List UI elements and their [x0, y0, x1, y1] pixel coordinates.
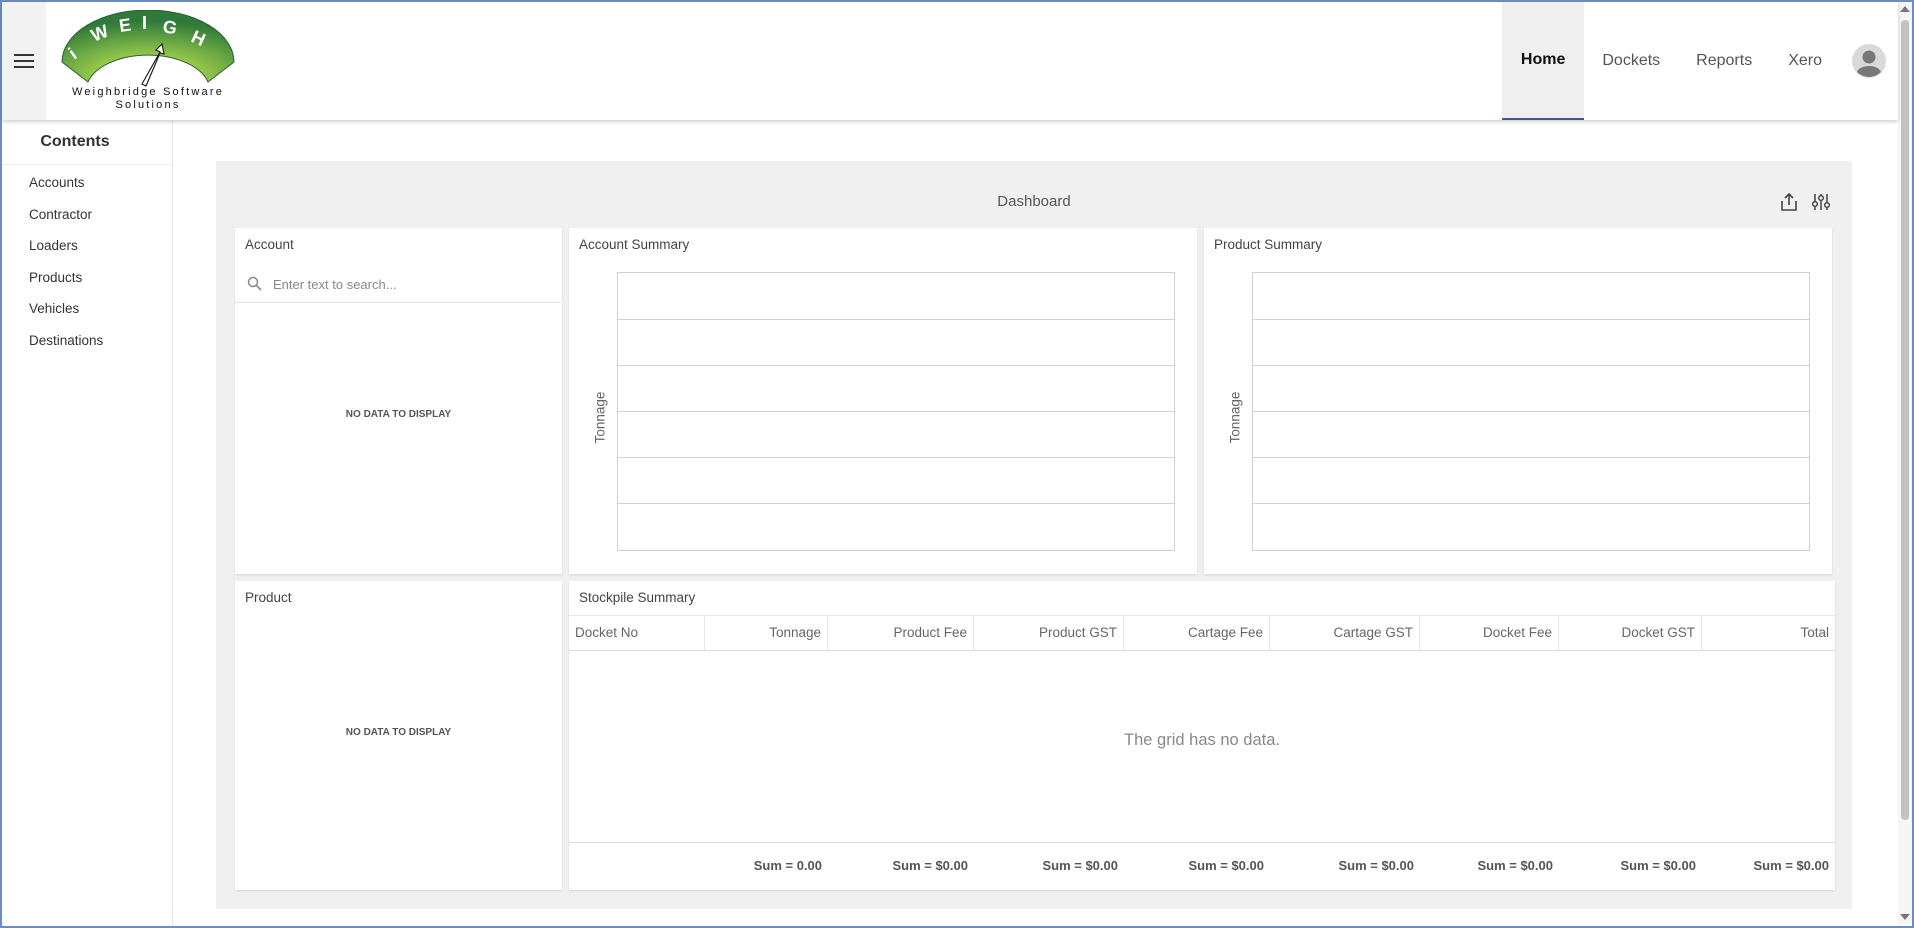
product-summary-panel: Product Summary Tonnage [1204, 228, 1832, 574]
product-panel-title: Product [245, 590, 292, 605]
column-cartage-fee[interactable]: Cartage Fee [1124, 616, 1270, 650]
gridline [618, 319, 1174, 320]
nav-home[interactable]: Home [1501, 2, 1585, 120]
hamburger-icon [14, 54, 34, 68]
user-menu-button[interactable] [1840, 2, 1898, 120]
search-icon [247, 276, 262, 291]
product-empty-text: NO DATA TO DISPLAY [345, 727, 452, 738]
sum-cartage-fee: Sum = $0.00 [1188, 858, 1264, 873]
account-search-input[interactable] [271, 272, 545, 296]
product-summary-title: Product Summary [1214, 237, 1323, 252]
gridline [618, 365, 1174, 366]
column-product-fee[interactable]: Product Fee [828, 616, 974, 650]
account-panel-title: Account [245, 237, 294, 252]
product-panel: Product NO DATA TO DISPLAY [235, 581, 562, 890]
sidebar-item-loaders[interactable]: Loaders [2, 230, 172, 262]
stockpile-summary-panel: Stockpile Summary Docket No Tonnage Prod… [569, 581, 1835, 890]
gridline [618, 411, 1174, 412]
sidebar-item-accounts[interactable]: Accounts [2, 167, 172, 199]
column-docket-gst[interactable]: Docket GST [1559, 616, 1702, 650]
nav-dockets[interactable]: Dockets [1584, 2, 1678, 120]
nav-xero[interactable]: Xero [1770, 2, 1840, 120]
user-avatar-icon [1852, 44, 1886, 78]
product-summary-plot [1252, 272, 1810, 551]
sum-product-gst: Sum = $0.00 [1042, 858, 1118, 873]
scrollbar-thumb[interactable] [1901, 20, 1909, 820]
main-nav: Home Dockets Reports Xero [1501, 2, 1898, 120]
account-summary-panel: Account Summary Tonnage [569, 228, 1197, 574]
sum-product-fee: Sum = $0.00 [892, 858, 968, 873]
account-summary-plot [617, 272, 1175, 551]
customize-button[interactable] [1810, 191, 1832, 213]
export-icon [1781, 192, 1797, 211]
sum-docket-fee: Sum = $0.00 [1477, 858, 1553, 873]
stockpile-summary-title: Stockpile Summary [579, 590, 696, 605]
dashboard: Dashboard Account NO DATA TO DISPLAY Acc… [216, 161, 1852, 909]
gridline [618, 503, 1174, 504]
gridline [1253, 411, 1809, 412]
sidebar-item-vehicles[interactable]: Vehicles [2, 293, 172, 325]
svg-text:I: I [142, 13, 147, 33]
sum-cartage-gst: Sum = $0.00 [1338, 858, 1414, 873]
gridline [1253, 319, 1809, 320]
top-header: i W E I G H Weighbridge Software Solutio… [2, 2, 1898, 120]
account-panel: Account NO DATA TO DISPLAY [235, 228, 562, 574]
logo-tagline: Weighbridge Software Solutions [71, 86, 225, 111]
stockpile-table-footer: Sum = 0.00 Sum = $0.00 Sum = $0.00 Sum =… [569, 842, 1835, 891]
sidebar: Contents Accounts Contractor Loaders Pro… [2, 120, 173, 926]
sidebar-item-destinations[interactable]: Destinations [2, 325, 172, 357]
nav-reports[interactable]: Reports [1678, 2, 1770, 120]
column-docket-no[interactable]: Docket No [569, 616, 705, 650]
page-scrollbar[interactable] [1898, 2, 1912, 924]
logo-emblem-icon: i W E I G H [61, 9, 235, 87]
sum-total: Sum = $0.00 [1753, 858, 1829, 873]
scroll-up-icon[interactable] [1900, 6, 1910, 12]
stockpile-table-header: Docket No Tonnage Product Fee Product GS… [569, 615, 1835, 651]
account-summary-ylabel: Tonnage [592, 391, 608, 444]
gridline [1253, 365, 1809, 366]
column-total[interactable]: Total [1702, 616, 1835, 650]
account-empty-text: NO DATA TO DISPLAY [345, 409, 452, 420]
export-button[interactable] [1778, 191, 1800, 213]
settings-sliders-icon [1811, 194, 1831, 210]
account-search [235, 264, 561, 303]
gridline [618, 457, 1174, 458]
product-summary-ylabel: Tonnage [1227, 391, 1243, 444]
sidebar-item-contractor[interactable]: Contractor [2, 199, 172, 231]
scroll-down-icon[interactable] [1900, 914, 1910, 920]
grid-empty-text: The grid has no data. [1124, 731, 1280, 749]
menu-toggle-button[interactable] [2, 2, 46, 120]
sum-tonnage: Sum = 0.00 [753, 858, 822, 873]
account-summary-title: Account Summary [579, 237, 690, 252]
sidebar-title: Contents [2, 120, 172, 165]
logo: i W E I G H Weighbridge Software Solutio… [58, 9, 238, 114]
gridline [1253, 457, 1809, 458]
sidebar-item-products[interactable]: Products [2, 262, 172, 294]
dashboard-title: Dashboard [997, 193, 1071, 210]
gridline [1253, 503, 1809, 504]
column-tonnage[interactable]: Tonnage [705, 616, 828, 650]
sum-docket-gst: Sum = $0.00 [1620, 858, 1696, 873]
column-product-gst[interactable]: Product GST [974, 616, 1124, 650]
column-docket-fee[interactable]: Docket Fee [1420, 616, 1559, 650]
column-cartage-gst[interactable]: Cartage GST [1270, 616, 1420, 650]
